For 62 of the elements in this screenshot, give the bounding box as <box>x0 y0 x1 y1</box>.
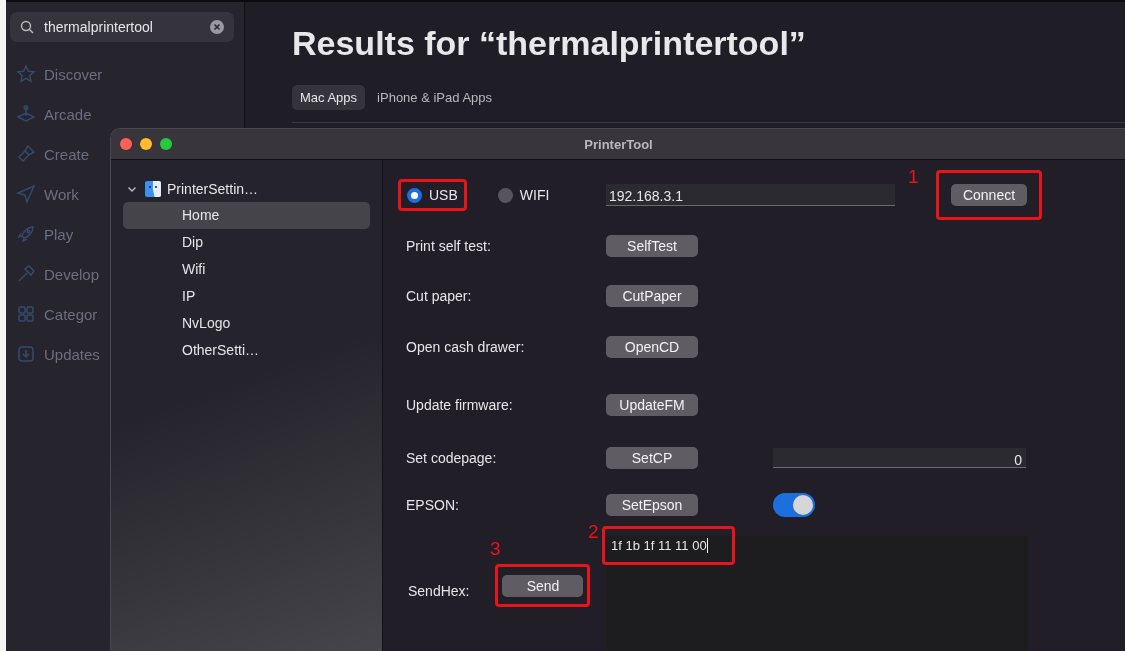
window-title: PrinterTool <box>584 136 653 152</box>
clear-icon[interactable] <box>210 20 224 34</box>
close-button[interactable] <box>120 138 132 150</box>
radio-option[interactable]: WIFI <box>497 187 550 203</box>
action-button[interactable]: SetEpson <box>606 494 698 516</box>
codepage-field[interactable]: 0 <box>773 448 1026 468</box>
setting-label: Update firmware: <box>405 397 514 413</box>
results-heading: Results for “thermalprintertool” <box>292 24 807 63</box>
chevron-icon[interactable] <box>127 184 137 194</box>
nav-item[interactable]: Play <box>10 224 74 244</box>
nav-item[interactable]: Updates <box>10 344 100 364</box>
tree-item[interactable]: NvLogo <box>123 310 370 337</box>
search-text: thermalprintertool <box>44 19 154 35</box>
annotation-number: 2 <box>588 521 599 543</box>
tree-item[interactable]: PrinterSettin… <box>123 180 370 198</box>
grid-icon <box>16 304 36 324</box>
tree-item[interactable]: OtherSetti… <box>123 337 370 364</box>
annotation-number: 3 <box>490 538 501 560</box>
search-field[interactable]: thermalprintertool <box>10 12 234 42</box>
annotation-number: 1 <box>908 166 919 188</box>
setting-label: Open cash drawer: <box>405 339 526 355</box>
setting-label: SendHex: <box>407 583 470 599</box>
connect-button[interactable]: Connect <box>950 184 1028 206</box>
action-button[interactable]: SelfTest <box>606 235 698 257</box>
nav-item[interactable]: Work <box>10 184 79 204</box>
download-icon <box>16 344 36 364</box>
tree-item[interactable]: Home <box>123 202 370 229</box>
setting-label: EPSON: <box>405 497 460 513</box>
finder-icon <box>145 181 161 197</box>
radio-icon[interactable] <box>497 187 513 203</box>
star-icon <box>16 64 36 84</box>
zoom-button[interactable] <box>160 138 172 150</box>
nav-item[interactable]: Discover <box>10 64 103 84</box>
action-button[interactable]: UpdateFM <box>606 394 698 416</box>
hammer-icon <box>16 264 36 284</box>
tree-item[interactable]: Dip <box>123 229 370 256</box>
setting-label: Cut paper: <box>405 288 473 304</box>
rocket-icon <box>16 224 36 244</box>
paper-plane-icon <box>16 184 36 204</box>
brush-icon <box>16 144 36 164</box>
tab[interactable]: iPhone & iPad Apps <box>369 85 500 110</box>
action-button[interactable]: CutPaper <box>606 285 698 307</box>
setting-label: Set codepage: <box>405 450 498 466</box>
tree-item[interactable]: IP <box>123 283 370 310</box>
send-button[interactable]: Send <box>502 574 584 597</box>
minimize-button[interactable] <box>140 138 152 150</box>
nav-item[interactable]: Categor <box>10 304 98 324</box>
nav-item[interactable]: Arcade <box>10 104 92 124</box>
action-button[interactable]: SetCP <box>606 447 698 469</box>
nav-item[interactable]: Create <box>10 144 90 164</box>
search-icon <box>20 20 34 34</box>
radio-option[interactable]: USB <box>407 187 458 203</box>
setting-label: Print self test: <box>405 238 492 254</box>
toggle-switch[interactable] <box>773 493 815 517</box>
tab[interactable]: Mac Apps <box>292 85 366 110</box>
ip-field[interactable]: 192.168.3.1 <box>606 184 895 206</box>
nav-item[interactable]: Develop <box>10 264 100 284</box>
hex-text: 1f 1b 1f 11 11 00 <box>611 538 707 553</box>
joystick-icon <box>16 104 36 124</box>
radio-icon[interactable] <box>407 187 422 203</box>
tree-item[interactable]: Wifi <box>123 256 370 283</box>
action-button[interactable]: OpenCD <box>606 336 698 358</box>
